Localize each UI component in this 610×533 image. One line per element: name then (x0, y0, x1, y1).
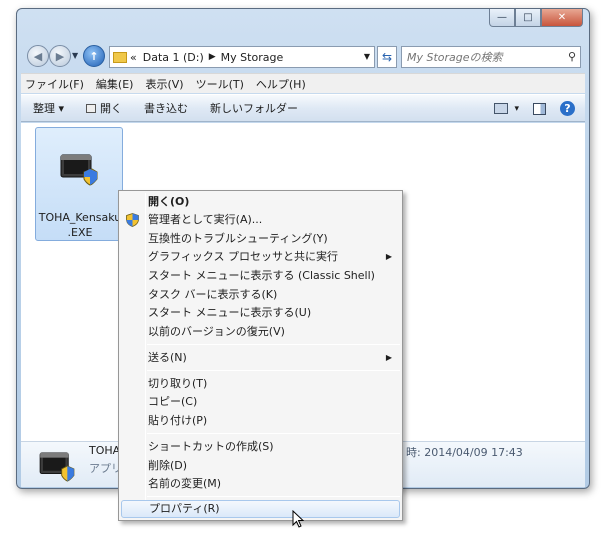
menu-item-label: 切り取り(T) (148, 377, 208, 390)
refresh-button[interactable]: ⇆ (377, 46, 397, 68)
menu-separator (147, 370, 400, 371)
menu-view[interactable]: 表示(V) (145, 76, 183, 92)
file-name-line2: .EXE (67, 226, 93, 239)
file-name-line1: TOHA_Kensaku (38, 211, 122, 224)
up-button[interactable]: ↑ (83, 45, 105, 67)
command-bar-right: ▾ ? (480, 101, 575, 116)
menu-tools[interactable]: ツール(T) (196, 76, 244, 92)
menu-separator (147, 433, 400, 434)
forward-button[interactable]: ▶ (49, 45, 71, 67)
back-button[interactable]: ◀ (27, 45, 49, 67)
menu-item-restore-previous[interactable]: 以前のバージョンの復元(V) (121, 323, 400, 341)
menu-item-label: 貼り付け(P) (148, 414, 208, 427)
menu-item-label: ショートカットの作成(S) (148, 440, 274, 453)
menu-item-copy[interactable]: コピー(C) (121, 393, 400, 411)
menu-item-label: プロパティ(R) (149, 502, 220, 515)
new-folder-button[interactable]: 新しいフォルダー (210, 100, 298, 116)
details-date-modified: 時: 2014/04/09 17:43 (406, 446, 523, 459)
organize-button[interactable]: 整理 ▾ (33, 100, 64, 116)
file-name: TOHA_Kensaku .EXE (36, 210, 124, 240)
open-button[interactable]: 開く (86, 100, 122, 116)
details-exe-icon (39, 452, 75, 482)
menu-item-label: タスク バーに表示する(K) (148, 288, 278, 301)
open-label: 開く (100, 102, 123, 115)
menu-item-label: グラフィックス プロセッサと共に実行 (148, 250, 338, 263)
exe-file-icon (60, 154, 98, 186)
maximize-button[interactable]: □ (515, 9, 541, 27)
menu-item-pin-start[interactable]: スタート メニューに表示する(U) (121, 304, 400, 322)
menu-item-run-as-admin[interactable]: 管理者として実行(A)... (121, 211, 400, 229)
menu-separator (147, 496, 400, 497)
search-box[interactable]: ⚲ (401, 46, 581, 68)
menu-item-label: スタート メニューに表示する (Classic Shell) (148, 269, 375, 282)
menu-separator (147, 344, 400, 345)
menu-item-pin-taskbar[interactable]: タスク バーに表示する(K) (121, 286, 400, 304)
menu-item-rename[interactable]: 名前の変更(M) (121, 475, 400, 493)
breadcrumb-separator-icon[interactable]: ▶ (209, 52, 216, 62)
preview-pane-icon[interactable] (533, 102, 546, 115)
menu-item-label: 削除(D) (148, 459, 188, 472)
menu-item-label: 互換性のトラブルシューティング(Y) (148, 232, 328, 245)
address-bar[interactable]: « Data 1 (D:) ▶ My Storage ▼ (109, 46, 375, 68)
menu-item-create-shortcut[interactable]: ショートカットの作成(S) (121, 438, 400, 456)
menu-item-paste[interactable]: 貼り付け(P) (121, 412, 400, 430)
caption-buttons: — □ ✕ (489, 9, 583, 27)
menu-item-run-with-gpu[interactable]: グラフィックス プロセッサと共に実行 ▶ (121, 248, 400, 266)
menu-item-label: 送る(N) (148, 351, 187, 364)
view-dropdown-icon[interactable]: ▾ (514, 104, 519, 114)
menu-item-label: スタート メニューに表示する(U) (148, 306, 312, 319)
details-file-name: TOHA (89, 444, 121, 457)
submenu-arrow-icon: ▶ (385, 353, 392, 362)
context-menu: 開く(O) 管理者として実行(A)... 互換性のトラブルシューティング(Y) … (118, 190, 403, 521)
breadcrumb-prefix[interactable]: « (130, 51, 137, 64)
burn-button[interactable]: 書き込む (144, 100, 188, 116)
help-icon[interactable]: ? (560, 101, 575, 116)
menu-help[interactable]: ヘルプ(H) (256, 76, 306, 92)
submenu-arrow-icon: ▶ (385, 252, 392, 261)
menu-item-label: 管理者として実行(A)... (148, 213, 263, 226)
breadcrumb-drive[interactable]: Data 1 (D:) (143, 51, 204, 64)
uac-shield-icon (126, 213, 139, 227)
close-button[interactable]: ✕ (541, 9, 583, 27)
menu-item-send-to[interactable]: 送る(N) ▶ (121, 349, 400, 367)
menu-item-troubleshoot[interactable]: 互換性のトラブルシューティング(Y) (121, 230, 400, 248)
menu-item-cut[interactable]: 切り取り(T) (121, 375, 400, 393)
menu-item-pin-classic-shell[interactable]: スタート メニューに表示する (Classic Shell) (121, 267, 400, 285)
search-icon[interactable]: ⚲ (568, 50, 576, 63)
mouse-cursor-icon (292, 510, 304, 528)
menu-item-properties[interactable]: プロパティ(R) (121, 500, 400, 518)
address-dropdown-icon[interactable]: ▼ (364, 52, 370, 61)
folder-icon (113, 51, 127, 63)
change-view-icon[interactable] (494, 103, 509, 114)
menu-item-label: 以前のバージョンの復元(V) (148, 325, 285, 338)
open-icon (86, 103, 97, 113)
menu-file[interactable]: ファイル(F) (25, 76, 84, 92)
menu-edit[interactable]: 編集(E) (96, 76, 134, 92)
menu-item-label: 開く(O) (148, 195, 190, 208)
menu-item-open[interactable]: 開く(O) (121, 193, 400, 211)
command-bar: 整理 ▾ 開く 書き込む 新しいフォルダー ▾ ? (21, 94, 585, 122)
recent-pages-dropdown[interactable]: ▼ (72, 51, 78, 60)
breadcrumb-folder[interactable]: My Storage (221, 51, 284, 64)
file-item-selected[interactable]: TOHA_Kensaku .EXE (35, 127, 123, 241)
menu-item-label: 名前の変更(M) (148, 477, 222, 490)
navigation-row: ◀ ▶ ▼ ↑ « Data 1 (D:) ▶ My Storage ▼ ⇆ ⚲ (17, 43, 589, 71)
menu-bar: ファイル(F) 編集(E) 表示(V) ツール(T) ヘルプ(H) (21, 73, 585, 93)
search-input[interactable] (407, 51, 557, 64)
menu-item-delete[interactable]: 削除(D) (121, 457, 400, 475)
menu-item-label: コピー(C) (148, 395, 198, 408)
minimize-button[interactable]: — (489, 9, 515, 27)
